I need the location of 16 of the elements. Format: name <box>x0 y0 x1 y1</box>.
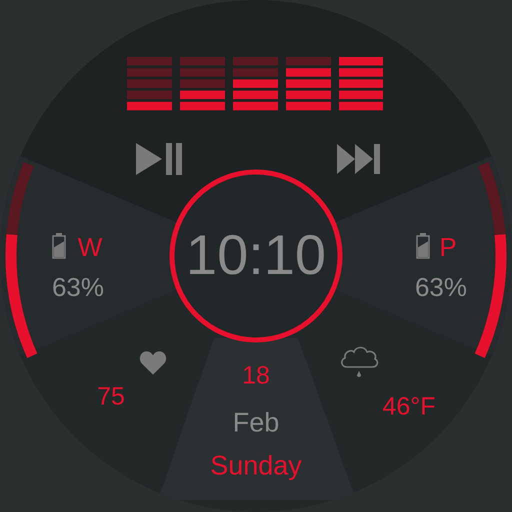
play-pause-icon[interactable] <box>136 143 184 175</box>
rain-cloud-icon <box>338 344 380 380</box>
battery-percent: 63% <box>414 274 468 300</box>
clock-time: 10:10 <box>186 227 326 283</box>
month-name: Feb <box>232 410 280 436</box>
battery-percent: 63% <box>52 274 104 300</box>
battery-icon <box>52 233 66 259</box>
weekday-name: Sunday <box>210 452 302 480</box>
device-label: P <box>439 234 457 260</box>
skip-next-icon[interactable] <box>337 144 381 174</box>
temperature-value: 46°F <box>382 394 436 420</box>
device-label: W <box>78 234 102 260</box>
heart-rate-value: 75 <box>97 384 125 410</box>
heart-icon <box>139 350 167 376</box>
day-of-month: 18 <box>242 364 270 388</box>
battery-icon <box>416 233 430 259</box>
